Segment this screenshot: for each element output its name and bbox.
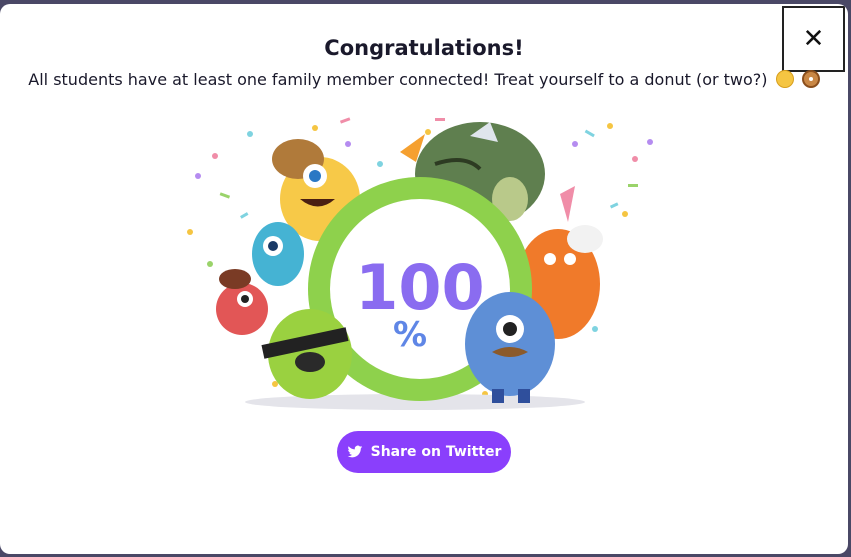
donut-emoji-icon <box>801 70 820 88</box>
twitter-bird-icon <box>347 445 362 458</box>
blue-monster <box>465 292 555 403</box>
percent-number: 100 <box>355 251 484 324</box>
teal-monster <box>252 222 304 286</box>
party-popper-icon <box>560 186 575 222</box>
celebration-illustration: 100 % <box>187 117 653 410</box>
percent-sign: % <box>393 315 427 355</box>
dialog-message-row: All students have at least one family me… <box>0 70 848 89</box>
congratulations-dialog: ✕ Congratulations! All students have at … <box>0 4 848 554</box>
wink-emoji-icon <box>775 70 794 88</box>
dialog-title: Congratulations! <box>324 36 524 60</box>
share-button-label: Share on Twitter <box>370 444 502 460</box>
dialog-message: All students have at least one family me… <box>28 70 768 89</box>
share-on-twitter-button[interactable]: Share on Twitter <box>337 431 511 473</box>
red-monster <box>216 269 268 335</box>
